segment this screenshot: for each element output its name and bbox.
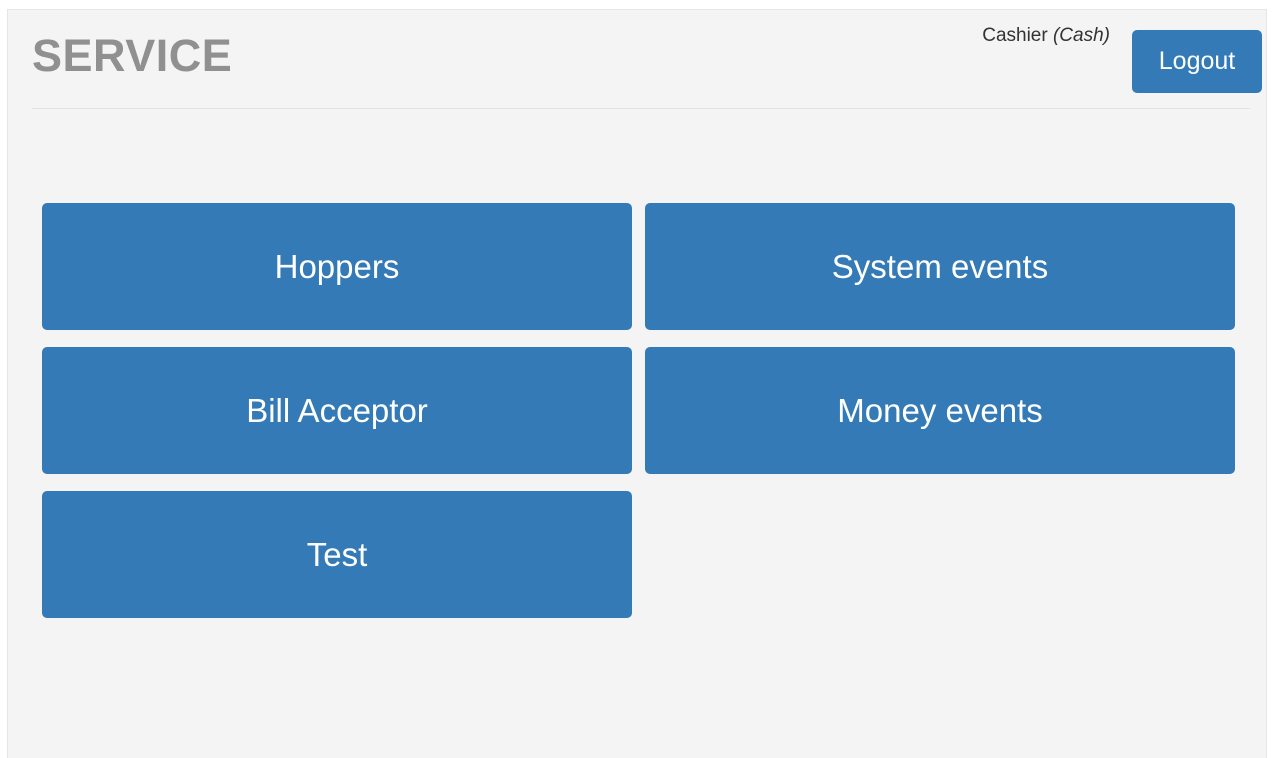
page-title: SERVICE [32,30,233,81]
test-button[interactable]: Test [42,491,632,618]
money-events-button[interactable]: Money events [645,347,1235,474]
service-panel: SERVICE Cashier (Cash) Logout Hoppers Sy… [7,9,1267,758]
user-name: Cashier [982,25,1048,46]
logout-button[interactable]: Logout [1132,30,1262,93]
menu-grid: Hoppers System events Bill Acceptor Mone… [42,203,1236,618]
hoppers-button[interactable]: Hoppers [42,203,632,330]
user-info: Cashier (Cash) [982,24,1110,48]
system-events-button[interactable]: System events [645,203,1235,330]
user-role: (Cash) [1052,25,1110,46]
header: SERVICE Cashier (Cash) Logout [32,10,1262,109]
bill-acceptor-button[interactable]: Bill Acceptor [42,347,632,474]
